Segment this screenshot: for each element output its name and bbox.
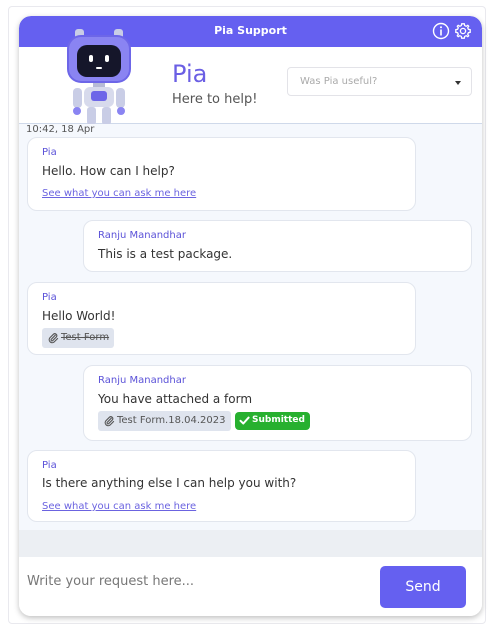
message-text: Is there anything else I can help you wi… (42, 476, 297, 490)
paperclip-icon (47, 332, 59, 344)
feedback-select[interactable]: Was Pia useful? (287, 67, 472, 96)
robot-avatar (59, 25, 139, 133)
attachment-name: Test Form (61, 332, 110, 343)
bot-message: Pia Is there anything else I can help yo… (27, 450, 416, 522)
message-sender: Pia (42, 460, 57, 471)
message-list[interactable]: 10:42, 18 Apr Pia Hello. How can I help?… (19, 124, 482, 557)
status-badge: Submitted (235, 412, 310, 430)
chat-widget: Pia Support Pia Here to help! Was Pia us… (19, 16, 482, 616)
composer-divider (19, 530, 482, 557)
feedback-select-value: Was Pia useful? (300, 76, 378, 87)
send-button[interactable]: Send (380, 566, 466, 608)
bot-name: Pia (172, 60, 208, 88)
bot-message: Pia Hello World! Test Form (27, 282, 416, 355)
message-sender: Pia (42, 292, 57, 303)
message-text: You have attached a form (98, 392, 253, 406)
check-icon (239, 415, 250, 426)
chat-header: Pia Here to help! Was Pia useful? (19, 29, 482, 130)
message-sender: Pia (42, 147, 57, 158)
attachment-chip[interactable]: Test Form (42, 328, 115, 348)
user-message: Ranju Manandhar This is a test package. (83, 220, 472, 272)
message-text: This is a test package. (98, 247, 233, 261)
info-icon[interactable] (432, 22, 450, 40)
message-sender: Ranju Manandhar (98, 230, 186, 241)
message-sender: Ranju Manandhar (98, 375, 186, 386)
gear-icon[interactable] (454, 22, 472, 40)
bot-message: Pia Hello. How can I help? See what you … (27, 137, 416, 211)
attachment-chip[interactable]: Test Form.18.04.2023 (98, 411, 231, 431)
request-input[interactable] (27, 561, 367, 601)
help-link[interactable]: See what you can ask me here (42, 188, 196, 199)
caret-down-icon (455, 81, 461, 85)
composer: Send (19, 557, 482, 616)
message-text: Hello. How can I help? (42, 164, 175, 178)
bot-subtitle: Here to help! (172, 92, 258, 107)
attachment-name: Test Form.18.04.2023 (117, 415, 226, 426)
help-link[interactable]: See what you can ask me here (42, 501, 196, 512)
paperclip-icon (103, 415, 115, 427)
message-timestamp: 10:42, 18 Apr (26, 124, 95, 135)
user-message: Ranju Manandhar You have attached a form… (83, 365, 472, 441)
message-text: Hello World! (42, 309, 116, 323)
status-text: Submitted (252, 415, 305, 425)
